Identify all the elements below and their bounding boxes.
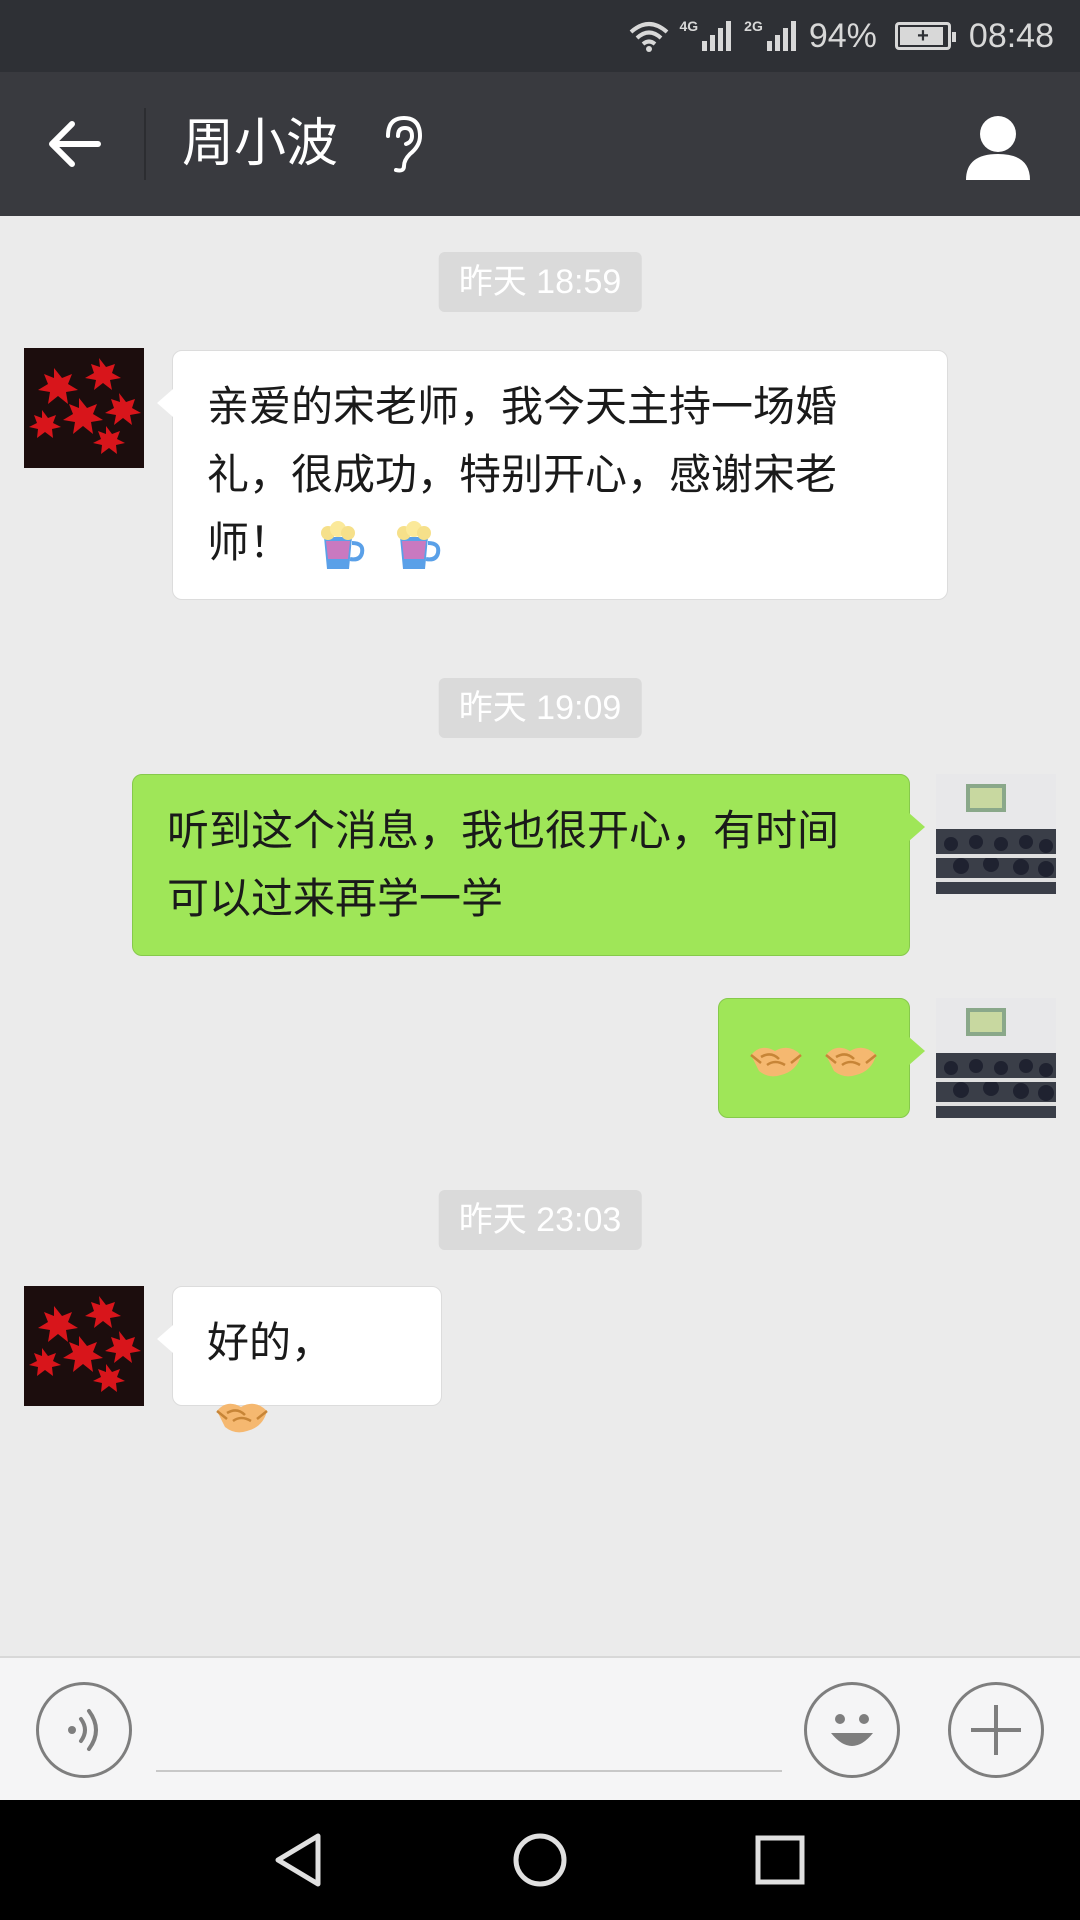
message-timestamp: 昨天 23:03 xyxy=(438,1190,642,1250)
network-type-2g: 2G xyxy=(744,18,763,34)
message-text: 听到这个消息，我也很开心，有时间可以过来再学一学 xyxy=(167,806,840,923)
profile-button[interactable] xyxy=(960,110,1036,186)
network-type-4g: 4G xyxy=(679,18,699,34)
handshake-icon xyxy=(216,1403,268,1432)
clock: 08:48 xyxy=(968,16,1054,55)
message-timestamp: 昨天 19:09 xyxy=(438,678,642,738)
classroom-image xyxy=(936,774,1056,894)
my-avatar[interactable] xyxy=(936,998,1056,1118)
ear-icon xyxy=(386,115,423,173)
chat-area[interactable]: 昨天 18:59 亲爱的宋老师，我今天主持一场婚礼，很成功，特别开心，感谢宋老师… xyxy=(0,216,1080,1656)
more-button[interactable] xyxy=(948,1682,1044,1778)
contact-avatar[interactable] xyxy=(24,1286,144,1406)
message-text: 亲爱的宋老师，我今天主持一场婚礼，很成功，特别开心，感谢宋老师！ xyxy=(207,382,838,567)
wifi-icon xyxy=(630,22,669,52)
chat-title[interactable]: 周小波 xyxy=(182,108,338,180)
smiley-icon xyxy=(831,1714,873,1746)
status-bar: 4G 2G 94% + 08:48 xyxy=(0,0,1080,72)
incoming-message-bubble[interactable]: 亲爱的宋老师，我今天主持一场婚礼，很成功，特别开心，感谢宋老师！ xyxy=(157,350,948,600)
signal-icon xyxy=(702,21,732,51)
input-bar xyxy=(0,1656,1080,1800)
arrow-left-icon xyxy=(49,121,101,167)
nav-home-icon xyxy=(513,1833,567,1887)
signal-icon xyxy=(766,21,796,51)
title-bar: 周小波 xyxy=(0,72,1080,216)
contact-avatar[interactable] xyxy=(24,348,144,468)
handshake-icon xyxy=(750,1047,802,1076)
voice-icon xyxy=(68,1709,98,1751)
message-input[interactable] xyxy=(156,1688,782,1772)
maple-leaves-image xyxy=(24,1286,144,1406)
title-divider xyxy=(144,108,146,180)
classroom-image xyxy=(936,998,1056,1118)
person-icon xyxy=(966,116,1030,180)
handshake-icon xyxy=(825,1047,878,1076)
outgoing-message-bubble[interactable] xyxy=(718,998,925,1118)
nav-back-icon xyxy=(275,1833,321,1887)
nav-home-button[interactable] xyxy=(504,1824,576,1896)
system-navigation-bar xyxy=(0,1800,1080,1920)
maple-leaves-image xyxy=(24,348,144,468)
message-timestamp: 昨天 18:59 xyxy=(438,252,642,312)
voice-button[interactable] xyxy=(36,1682,132,1778)
status-icons: 4G 2G 94% + 08:48 xyxy=(629,12,1054,60)
beer-icon xyxy=(396,520,441,569)
beer-icon xyxy=(321,520,365,569)
message-text: 好的， xyxy=(207,1318,334,1367)
my-avatar[interactable] xyxy=(936,774,1056,894)
nav-recents-button[interactable] xyxy=(744,1824,816,1896)
nav-back-button[interactable] xyxy=(264,1824,336,1896)
battery-percent: 94% xyxy=(808,16,877,55)
plus-icon xyxy=(971,1705,1021,1755)
battery-icon: + xyxy=(894,22,956,50)
charging-icon: + xyxy=(917,25,929,47)
outgoing-message-bubble[interactable]: 听到这个消息，我也很开心，有时间可以过来再学一学 xyxy=(132,774,925,956)
back-button[interactable] xyxy=(36,106,112,182)
emoji-button[interactable] xyxy=(804,1682,900,1778)
nav-recents-icon xyxy=(755,1835,805,1885)
incoming-message-bubble[interactable]: 好的， xyxy=(157,1286,442,1432)
